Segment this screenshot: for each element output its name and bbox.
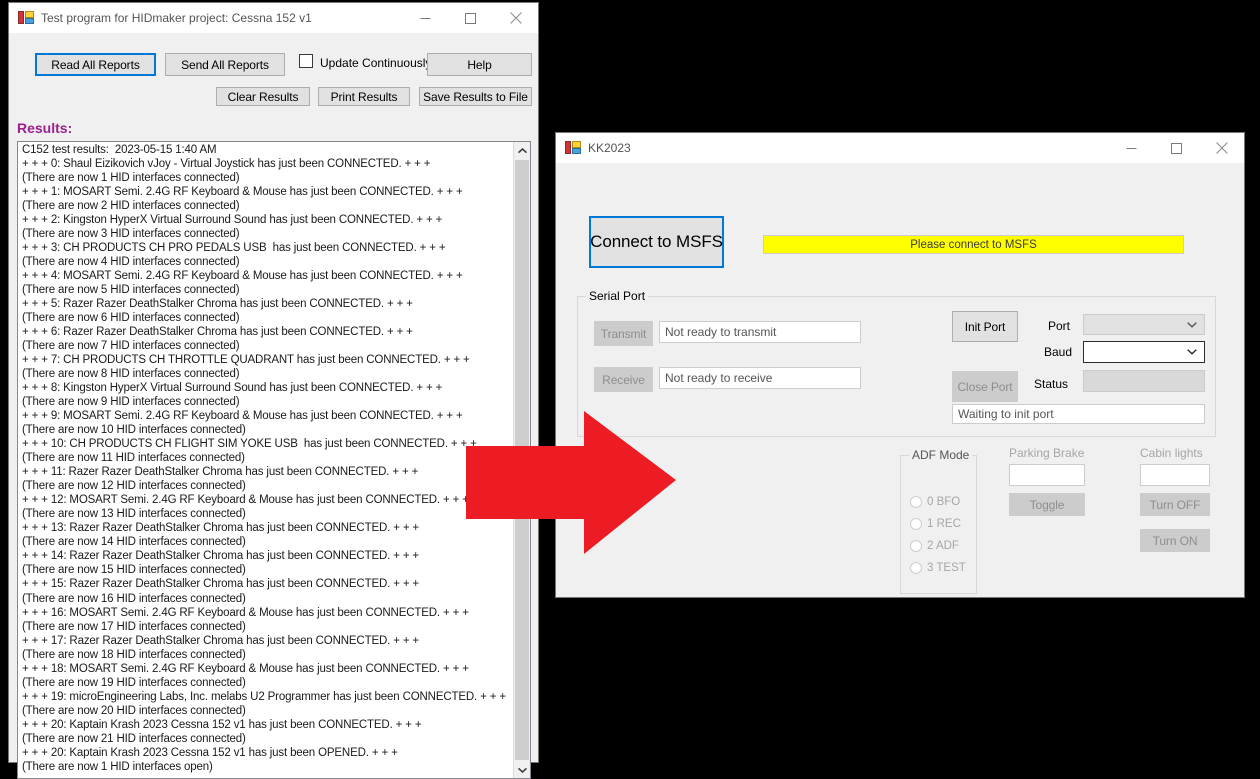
receive-button[interactable]: Receive: [594, 367, 653, 392]
app-window-icon: [18, 10, 34, 26]
print-results-button[interactable]: Print Results: [318, 87, 410, 106]
cabin-lights-turn-off-button[interactable]: Turn OFF: [1140, 493, 1210, 516]
parking-brake-label: Parking Brake: [1009, 446, 1085, 460]
radio-icon: [910, 518, 922, 530]
serial-port-group-title: Serial Port: [586, 289, 649, 303]
send-all-reports-button[interactable]: Send All Reports: [165, 53, 285, 76]
hidmaker-title-text: Test program for HIDmaker project: Cessn…: [41, 11, 312, 25]
adf-mode-option-0-label: 0 BFO: [927, 496, 961, 508]
save-results-to-file-button[interactable]: Save Results to File: [419, 87, 532, 106]
parking-brake-toggle-button[interactable]: Toggle: [1009, 493, 1085, 516]
red-right-arrow-icon: [466, 411, 676, 554]
maximize-icon[interactable]: [1154, 133, 1199, 163]
radio-icon: [910, 496, 922, 508]
port-label: Port: [1048, 319, 1071, 333]
help-button[interactable]: Help: [427, 53, 532, 76]
results-textarea[interactable]: C152 test results: 2023-05-15 1:40 AM + …: [17, 141, 531, 779]
read-all-reports-button[interactable]: Read All Reports: [35, 53, 156, 76]
serial-status-field: [1083, 370, 1205, 392]
adf-mode-group-title: ADF Mode: [909, 448, 973, 462]
minimize-icon[interactable]: [1109, 133, 1154, 163]
adf-mode-option-2[interactable]: 2 ADF: [910, 540, 959, 552]
minimize-icon[interactable]: [403, 3, 448, 33]
results-text: C152 test results: 2023-05-15 1:40 AM + …: [22, 144, 506, 773]
close-icon[interactable]: [493, 3, 538, 33]
cabin-lights-label: Cabin lights: [1140, 446, 1203, 460]
transmit-status-field: Not ready to transmit: [659, 321, 861, 343]
scroll-up-icon[interactable]: [514, 142, 530, 159]
cabin-lights-turn-on-button[interactable]: Turn ON: [1140, 529, 1210, 552]
hidmaker-body: Read All Reports Send All Reports Update…: [9, 33, 538, 779]
connect-to-msfs-button[interactable]: Connect to MSFS: [589, 216, 724, 268]
hidmaker-titlebar[interactable]: Test program for HIDmaker project: Cessn…: [9, 3, 538, 33]
chevron-down-icon: [1187, 349, 1197, 356]
cabin-lights-field: [1140, 464, 1210, 486]
receive-status-field: Not ready to receive: [659, 367, 861, 389]
close-icon[interactable]: [1199, 133, 1244, 163]
kk2023-window-controls: [1109, 133, 1244, 163]
kk2023-titlebar[interactable]: KK2023: [556, 133, 1244, 163]
scroll-down-icon[interactable]: [514, 761, 530, 778]
adf-mode-option-3[interactable]: 3 TEST: [910, 562, 966, 574]
adf-mode-option-2-label: 2 ADF: [927, 540, 959, 552]
update-continuously-checkbox[interactable]: [299, 54, 313, 68]
transmit-button[interactable]: Transmit: [594, 321, 653, 346]
init-port-button[interactable]: Init Port: [952, 311, 1018, 342]
port-select[interactable]: [1083, 314, 1205, 335]
msfs-connection-status: Please connect to MSFS: [763, 235, 1184, 254]
adf-mode-option-1-label: 1 REC: [927, 518, 961, 530]
adf-mode-group: ADF Mode 0 BFO 1 REC 2 ADF 3 TEST: [900, 448, 977, 594]
close-port-button[interactable]: Close Port: [952, 371, 1018, 402]
port-status-message: Waiting to init port: [952, 404, 1205, 424]
results-label: Results:: [17, 120, 73, 136]
kk2023-title-text: KK2023: [588, 141, 631, 155]
baud-select[interactable]: [1083, 341, 1205, 363]
red-right-arrow-annotation: [466, 411, 676, 554]
status-label: Status: [1034, 377, 1069, 391]
parking-brake-field: [1009, 464, 1085, 486]
clear-results-button[interactable]: Clear Results: [216, 87, 310, 106]
hidmaker-window: Test program for HIDmaker project: Cessn…: [8, 2, 539, 779]
maximize-icon[interactable]: [448, 3, 493, 33]
baud-label: Baud: [1044, 345, 1073, 359]
adf-mode-option-3-label: 3 TEST: [927, 562, 966, 574]
update-continuously-label: Update Continuously: [320, 56, 432, 70]
app-window-icon: [565, 140, 581, 156]
chevron-down-icon: [1187, 321, 1197, 328]
adf-mode-option-1[interactable]: 1 REC: [910, 518, 961, 530]
radio-icon: [910, 562, 922, 574]
hidmaker-window-controls: [403, 3, 538, 33]
radio-icon: [910, 540, 922, 552]
adf-mode-option-0[interactable]: 0 BFO: [910, 496, 960, 508]
